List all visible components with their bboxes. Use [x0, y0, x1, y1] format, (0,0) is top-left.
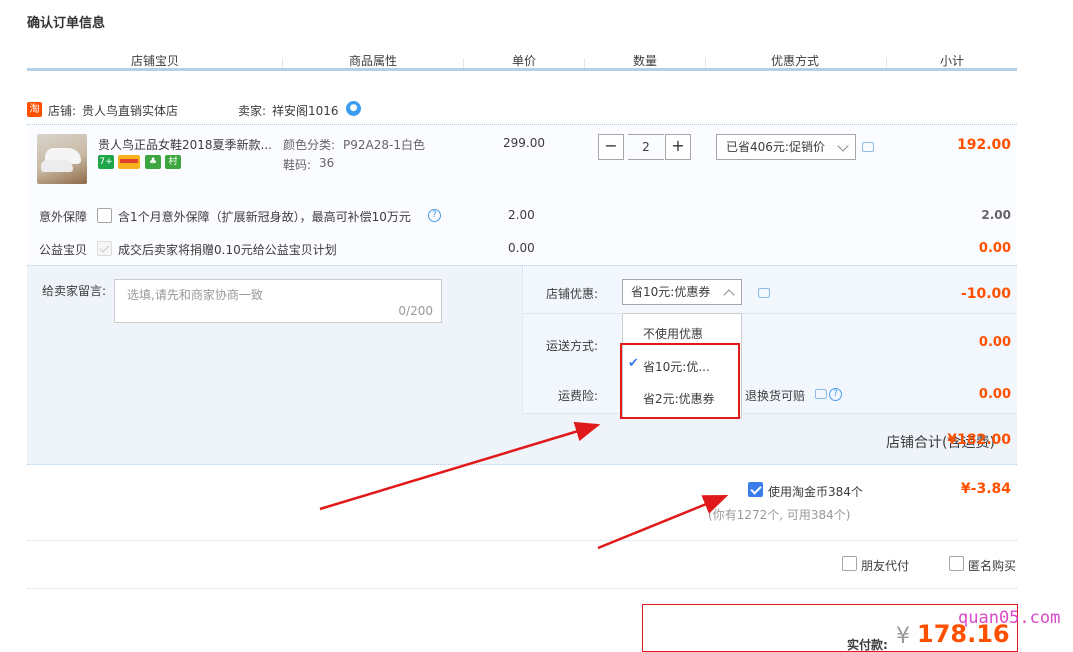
annotation-arrows [319, 421, 729, 550]
arrow-to-coins [597, 494, 729, 550]
arrow-to-coupon [319, 421, 601, 511]
